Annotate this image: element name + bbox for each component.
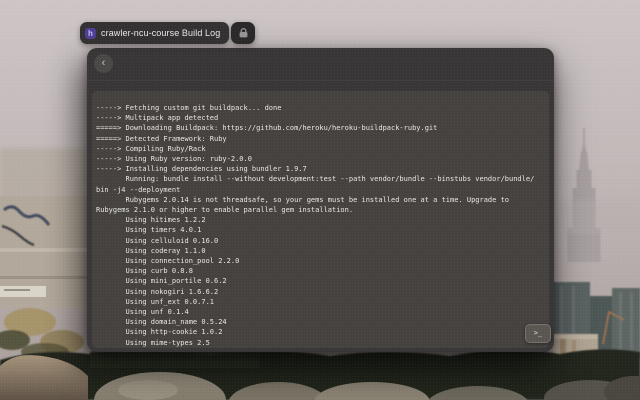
log-line: Using timers 4.0.1: [96, 225, 545, 235]
open-terminal-button[interactable]: >_: [525, 324, 551, 343]
log-line: Using connection_pool 2.2.0: [96, 256, 545, 266]
skyline-empire-state: [568, 128, 601, 262]
log-line: -----> Using Ruby version: ruby-2.0.0: [96, 154, 545, 164]
heroku-icon: h: [85, 28, 96, 39]
log-line: Rubygems 2.0.14 is not threadsafe, so yo…: [96, 195, 545, 205]
log-line: Using nokogiri 1.6.6.2: [96, 287, 545, 297]
build-log-terminal[interactable]: -----> Fetching custom git buildpack... …: [92, 91, 549, 348]
tab-bar: h crawler-ncu-course Build Log: [80, 22, 255, 44]
log-line: Using celluloid 0.16.0: [96, 236, 545, 246]
log-line: Using curb 0.8.8: [96, 266, 545, 276]
back-button[interactable]: ‹: [94, 54, 113, 73]
log-line: Using mini_portile 0.6.2: [96, 276, 545, 286]
log-line: Rubygems 2.1.0 or higher to enable paral…: [96, 205, 545, 215]
log-line: Running: bundle install --without develo…: [96, 174, 545, 184]
log-line: =====> Detected Framework: Ruby: [96, 134, 545, 144]
log-line: Using hitimes 1.2.2: [96, 215, 545, 225]
log-line: -----> Multipack app detected: [96, 113, 545, 123]
window-header: ‹: [87, 48, 554, 81]
log-line: -----> Installing dependencies using bun…: [96, 164, 545, 174]
log-line: bin -j4 --deployment: [96, 185, 545, 195]
terminal-prompt-icon: >_: [534, 329, 542, 337]
log-line: -----> Compiling Ruby/Rack: [96, 144, 545, 154]
terminal-log: -----> Fetching custom git buildpack... …: [96, 103, 545, 348]
log-line: Using mime-types 2.5: [96, 338, 545, 348]
log-line: Using domain_name 0.5.24: [96, 317, 545, 327]
haze-band: [552, 200, 640, 234]
graffiti-wall: [0, 148, 88, 308]
log-line: -----> Fetching custom git buildpack... …: [96, 103, 545, 113]
log-line: Using http-cookie 1.0.2: [96, 327, 545, 337]
log-line: Using coderay 1.1.0: [96, 246, 545, 256]
log-line: Using unf 0.1.4: [96, 307, 545, 317]
log-line: Using unf_ext 0.0.7.1: [96, 297, 545, 307]
lock-icon: [238, 28, 249, 38]
build-log-tab[interactable]: h crawler-ncu-course Build Log: [80, 22, 229, 44]
tab-title: crawler-ncu-course Build Log: [101, 28, 220, 38]
chevron-left-icon: ‹: [94, 55, 113, 72]
build-log-window: ‹ -----> Fetching custom git buildpack..…: [87, 48, 554, 352]
log-line: =====> Downloading Buildpack: https://gi…: [96, 123, 545, 133]
lock-button[interactable]: [231, 22, 255, 44]
